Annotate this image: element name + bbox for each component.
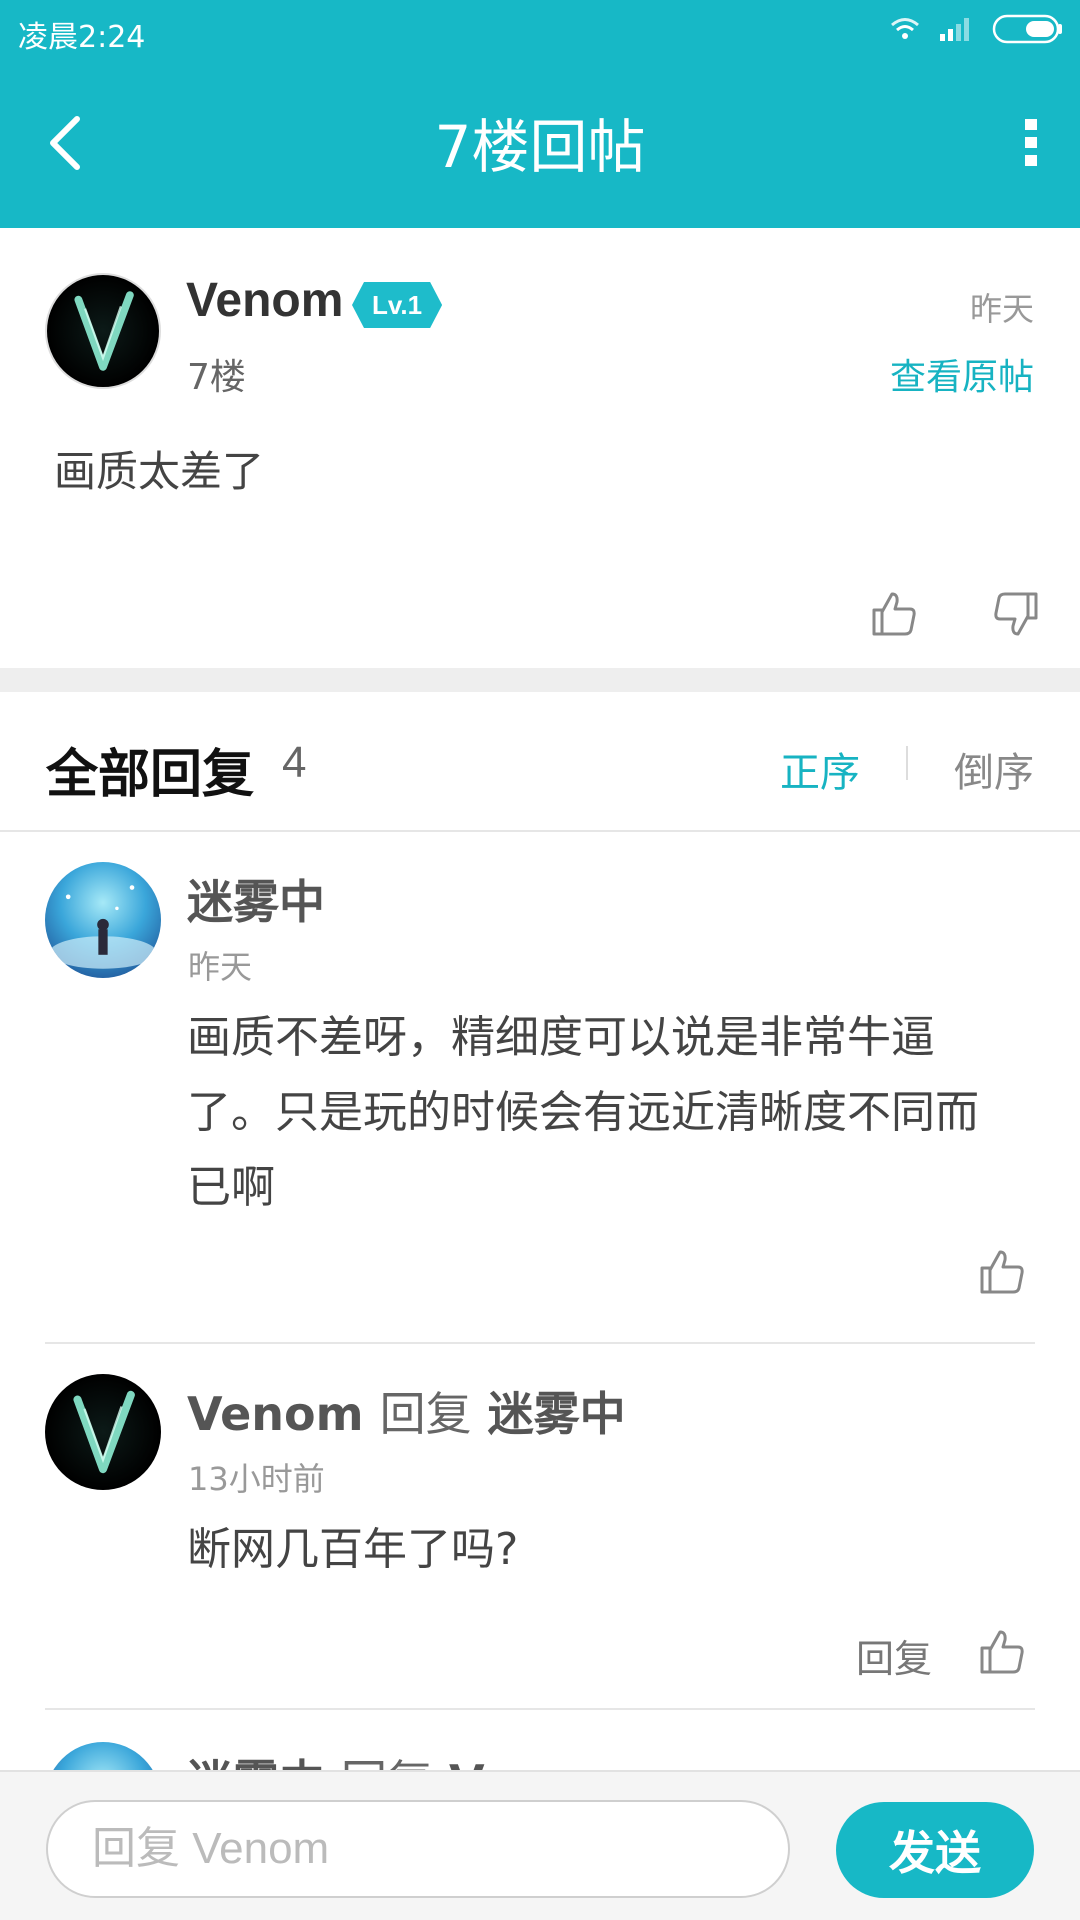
reply-item: 迷雾中 回复 Venom — [0, 1710, 1080, 1770]
wifi-icon — [890, 17, 920, 45]
section-separator — [0, 668, 1080, 692]
dislike-button[interactable] — [988, 586, 1044, 642]
more-options-button[interactable] — [1006, 110, 1056, 176]
page-title: 7楼回帖 — [434, 113, 646, 181]
app-header: 凌晨2:24 7楼回帖 — [0, 0, 1080, 228]
reply-time: 昨天 — [188, 948, 253, 986]
reply-item: 迷雾中 昨天 画质不差呀，精细度可以说是非常牛逼了。只是玩的时候会有远近清晰度不… — [0, 832, 1080, 1344]
level-badge: Lv.1 — [352, 282, 442, 328]
replies-title: 全部回复 — [46, 745, 255, 805]
avatar[interactable] — [45, 1742, 161, 1770]
author-name[interactable]: Venom — [186, 273, 343, 328]
sort-descending-tab[interactable]: 倒序 — [954, 740, 1034, 798]
replies-header: 全部回复 4 正序 倒序 — [0, 692, 1080, 832]
status-time: 凌晨2:24 — [18, 20, 146, 55]
reply-author[interactable]: 迷雾中 — [187, 866, 325, 932]
avatar[interactable] — [45, 1374, 161, 1490]
like-button[interactable] — [974, 1624, 1030, 1680]
original-post: Venom Lv.1 7楼 昨天 查看原帖 画质太差了 — [0, 228, 1080, 668]
reply-target[interactable]: Venom — [449, 1755, 626, 1770]
floor-number: 7楼 — [187, 357, 246, 398]
battery-icon — [992, 14, 1064, 48]
replies-count: 4 — [282, 738, 307, 787]
post-time: 昨天 — [969, 290, 1034, 328]
reply-action-link[interactable]: 回复 — [856, 1628, 932, 1683]
reply-author[interactable]: Venom — [187, 1387, 364, 1441]
status-icons — [890, 14, 1064, 48]
reply-input[interactable] — [46, 1800, 790, 1898]
reply-word: 回复 — [379, 1387, 472, 1441]
thumbs-up-icon — [980, 1630, 1024, 1674]
like-button[interactable] — [866, 586, 922, 642]
reply-author[interactable]: 迷雾中 — [187, 1755, 325, 1770]
sort-divider — [906, 746, 908, 780]
reply-author-line: 迷雾中 回复 Venom — [187, 1746, 626, 1770]
reply-time: 13小时前 — [188, 1460, 325, 1498]
reply-content: 画质不差呀，精细度可以说是非常牛逼了。只是玩的时候会有远近清晰度不同而已啊 — [187, 1012, 979, 1213]
avatar[interactable] — [45, 862, 161, 978]
view-original-link[interactable]: 查看原帖 — [890, 348, 1034, 400]
thumbs-up-icon — [980, 1250, 1024, 1294]
reply-author-line: Venom 回复 迷雾中 — [187, 1378, 626, 1444]
reply-target[interactable]: 迷雾中 — [488, 1387, 626, 1441]
like-button[interactable] — [974, 1244, 1030, 1300]
post-content: 画质太差了 — [54, 447, 265, 496]
reply-word: 回复 — [341, 1755, 433, 1770]
thumbs-down-icon — [994, 592, 1038, 636]
thumbs-up-icon — [872, 592, 916, 636]
reply-content: 断网几百年了吗? — [187, 1524, 519, 1575]
more-vertical-icon — [1025, 119, 1037, 166]
reply-composer: 发送 — [0, 1770, 1080, 1920]
reply-item: Venom 回复 迷雾中 13小时前 断网几百年了吗? 回复 — [0, 1344, 1080, 1710]
avatar[interactable] — [45, 273, 161, 389]
signal-icon — [938, 16, 974, 46]
send-button[interactable]: 发送 — [836, 1802, 1034, 1898]
sort-ascending-tab[interactable]: 正序 — [780, 740, 860, 798]
